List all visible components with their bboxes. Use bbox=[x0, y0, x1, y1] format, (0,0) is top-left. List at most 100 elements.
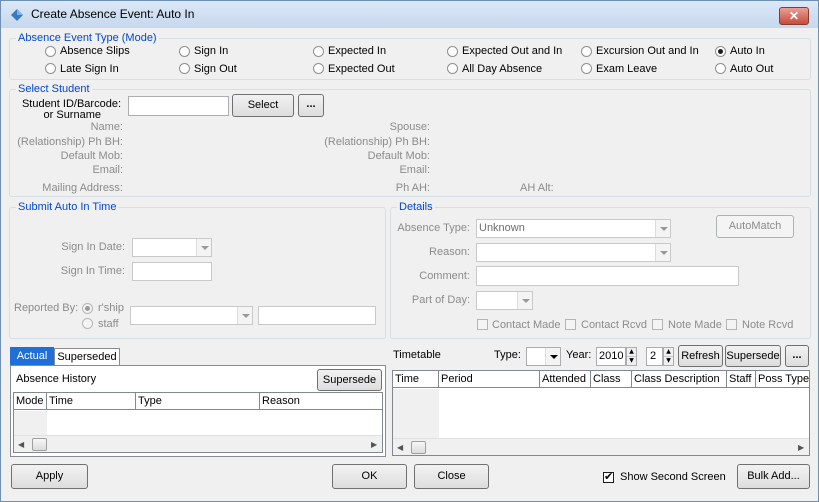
scroll-left-icon[interactable]: ◀ bbox=[397, 443, 403, 452]
apply-button[interactable]: Apply bbox=[11, 464, 88, 489]
history-supersede-button[interactable]: Supersede bbox=[317, 369, 382, 391]
year-input[interactable]: 2010 bbox=[596, 347, 626, 366]
chevron-down-icon bbox=[196, 239, 211, 256]
timetable-type-select[interactable] bbox=[526, 347, 561, 366]
absence-history-grid[interactable]: Mode Time Type Reason ◀ ▶ bbox=[13, 392, 383, 453]
default-mob-label: Default Mob: bbox=[60, 150, 123, 162]
automatch-button[interactable]: AutoMatch bbox=[716, 215, 794, 238]
note-made-checkbox[interactable] bbox=[652, 319, 663, 330]
spouse-label: Spouse: bbox=[389, 121, 430, 133]
stepper-down-icon[interactable]: ▼ bbox=[664, 357, 673, 366]
radio-exam-leave[interactable] bbox=[581, 63, 592, 74]
sign-in-time-label: Sign In Time: bbox=[60, 265, 125, 277]
grid-header: Mode Time Type Reason bbox=[14, 393, 382, 410]
tab-superseded[interactable]: Superseded bbox=[54, 348, 120, 365]
window-title: Create Absence Event: Auto In bbox=[31, 7, 195, 21]
col-time[interactable]: Time bbox=[47, 393, 136, 410]
spouse-ph-bh-label: (Relationship) Ph BH: bbox=[324, 136, 430, 148]
reported-by-select[interactable] bbox=[130, 306, 253, 325]
col-attended[interactable]: Attended bbox=[540, 371, 591, 388]
timetable-more-button[interactable]: ... bbox=[785, 345, 809, 367]
chevron-down-icon bbox=[237, 307, 252, 324]
part-of-day-label: Part of Day: bbox=[411, 294, 470, 306]
radio-label: Exam Leave bbox=[596, 63, 658, 75]
sign-in-date-picker[interactable] bbox=[132, 238, 212, 257]
radio-label: Excursion Out and In bbox=[596, 45, 699, 57]
part-of-day-select[interactable] bbox=[476, 291, 533, 310]
col-reason[interactable]: Reason bbox=[260, 393, 382, 410]
term-input[interactable]: 2 bbox=[646, 347, 663, 366]
radio-reported-staff[interactable] bbox=[82, 318, 93, 329]
radio-auto-in[interactable] bbox=[715, 46, 726, 57]
comment-input[interactable] bbox=[476, 266, 739, 286]
grid-row-gutter bbox=[14, 411, 47, 435]
chevron-down-icon bbox=[655, 244, 670, 261]
contact-made-checkbox[interactable] bbox=[477, 319, 488, 330]
radio-late-sign-in[interactable] bbox=[45, 63, 56, 74]
radio-expected-out-and-in[interactable] bbox=[447, 46, 458, 57]
close-button[interactable]: Close bbox=[414, 464, 489, 489]
contact-rcvd-checkbox[interactable] bbox=[565, 319, 576, 330]
col-class-description[interactable]: Class Description bbox=[632, 371, 727, 388]
reported-by-input[interactable] bbox=[258, 306, 376, 325]
title-bar[interactable]: Create Absence Event: Auto In ✕ bbox=[1, 1, 818, 28]
radio-all-day-absence[interactable] bbox=[447, 63, 458, 74]
col-class[interactable]: Class bbox=[591, 371, 632, 388]
app-icon bbox=[11, 9, 23, 21]
history-scrollbar[interactable]: ◀ ▶ bbox=[14, 435, 382, 452]
timetable-supersede-button[interactable]: Supersede bbox=[725, 345, 781, 367]
sign-in-time-input[interactable] bbox=[132, 262, 212, 281]
radio-label: Expected Out bbox=[328, 63, 395, 75]
refresh-button[interactable]: Refresh bbox=[678, 345, 723, 367]
col-period[interactable]: Period bbox=[439, 371, 540, 388]
timetable-scrollbar[interactable]: ◀ ▶ bbox=[393, 438, 809, 455]
radio-label: Expected In bbox=[328, 45, 387, 57]
radio-expected-in[interactable] bbox=[313, 46, 324, 57]
radio-label: Sign Out bbox=[194, 63, 237, 75]
email-label: Email: bbox=[92, 164, 123, 176]
stepper-up-icon[interactable]: ▲ bbox=[664, 348, 673, 357]
comment-label: Comment: bbox=[419, 270, 470, 282]
rship-label: r'ship bbox=[98, 302, 124, 314]
col-staff[interactable]: Staff bbox=[727, 371, 756, 388]
reason-select[interactable] bbox=[476, 243, 671, 262]
ok-button[interactable]: OK bbox=[332, 464, 407, 489]
scroll-right-icon[interactable]: ▶ bbox=[371, 440, 377, 449]
col-poss-type[interactable]: Poss Type bbox=[756, 371, 809, 388]
col-mode[interactable]: Mode bbox=[14, 393, 47, 410]
close-icon: ✕ bbox=[788, 9, 800, 23]
scroll-left-icon[interactable]: ◀ bbox=[18, 440, 24, 449]
close-window-button[interactable]: ✕ bbox=[779, 7, 809, 25]
select-student-button[interactable]: Select bbox=[232, 94, 294, 117]
absence-type-select[interactable]: Unknown bbox=[476, 219, 671, 238]
radio-excursion-out-and-in[interactable] bbox=[581, 46, 592, 57]
radio-sign-in[interactable] bbox=[179, 46, 190, 57]
stepper-down-icon[interactable]: ▼ bbox=[627, 357, 636, 366]
col-time[interactable]: Time bbox=[393, 371, 439, 388]
year-stepper[interactable]: ▲ ▼ bbox=[626, 347, 637, 366]
radio-expected-out[interactable] bbox=[313, 63, 324, 74]
radio-auto-out[interactable] bbox=[715, 63, 726, 74]
timetable-grid[interactable]: Time Period Attended Class Class Descrip… bbox=[392, 370, 810, 456]
stepper-up-icon[interactable]: ▲ bbox=[627, 348, 636, 357]
radio-absence-slips[interactable] bbox=[45, 46, 56, 57]
scroll-thumb[interactable] bbox=[411, 441, 426, 454]
timetable-title: Timetable bbox=[393, 349, 441, 361]
term-stepper[interactable]: ▲ ▼ bbox=[663, 347, 674, 366]
radio-label: Sign In bbox=[194, 45, 229, 57]
tab-actual[interactable]: Actual bbox=[10, 347, 54, 365]
radio-sign-out[interactable] bbox=[179, 63, 190, 74]
name-label: Name: bbox=[90, 121, 123, 133]
student-id-input[interactable] bbox=[128, 96, 229, 116]
dialog-window: Create Absence Event: Auto In ✕ Absence … bbox=[0, 0, 819, 502]
bulk-add-button[interactable]: Bulk Add... bbox=[737, 464, 810, 489]
show-second-screen-checkbox[interactable] bbox=[603, 470, 614, 483]
absence-type-label: Absence Type: bbox=[397, 222, 470, 234]
col-type[interactable]: Type bbox=[136, 393, 260, 410]
note-made-label: Note Made bbox=[668, 319, 722, 331]
radio-reported-rship[interactable] bbox=[82, 303, 93, 314]
scroll-thumb[interactable] bbox=[32, 438, 47, 451]
student-browse-button[interactable]: ... bbox=[298, 94, 324, 117]
scroll-right-icon[interactable]: ▶ bbox=[798, 443, 804, 452]
note-rcvd-checkbox[interactable] bbox=[726, 319, 737, 330]
